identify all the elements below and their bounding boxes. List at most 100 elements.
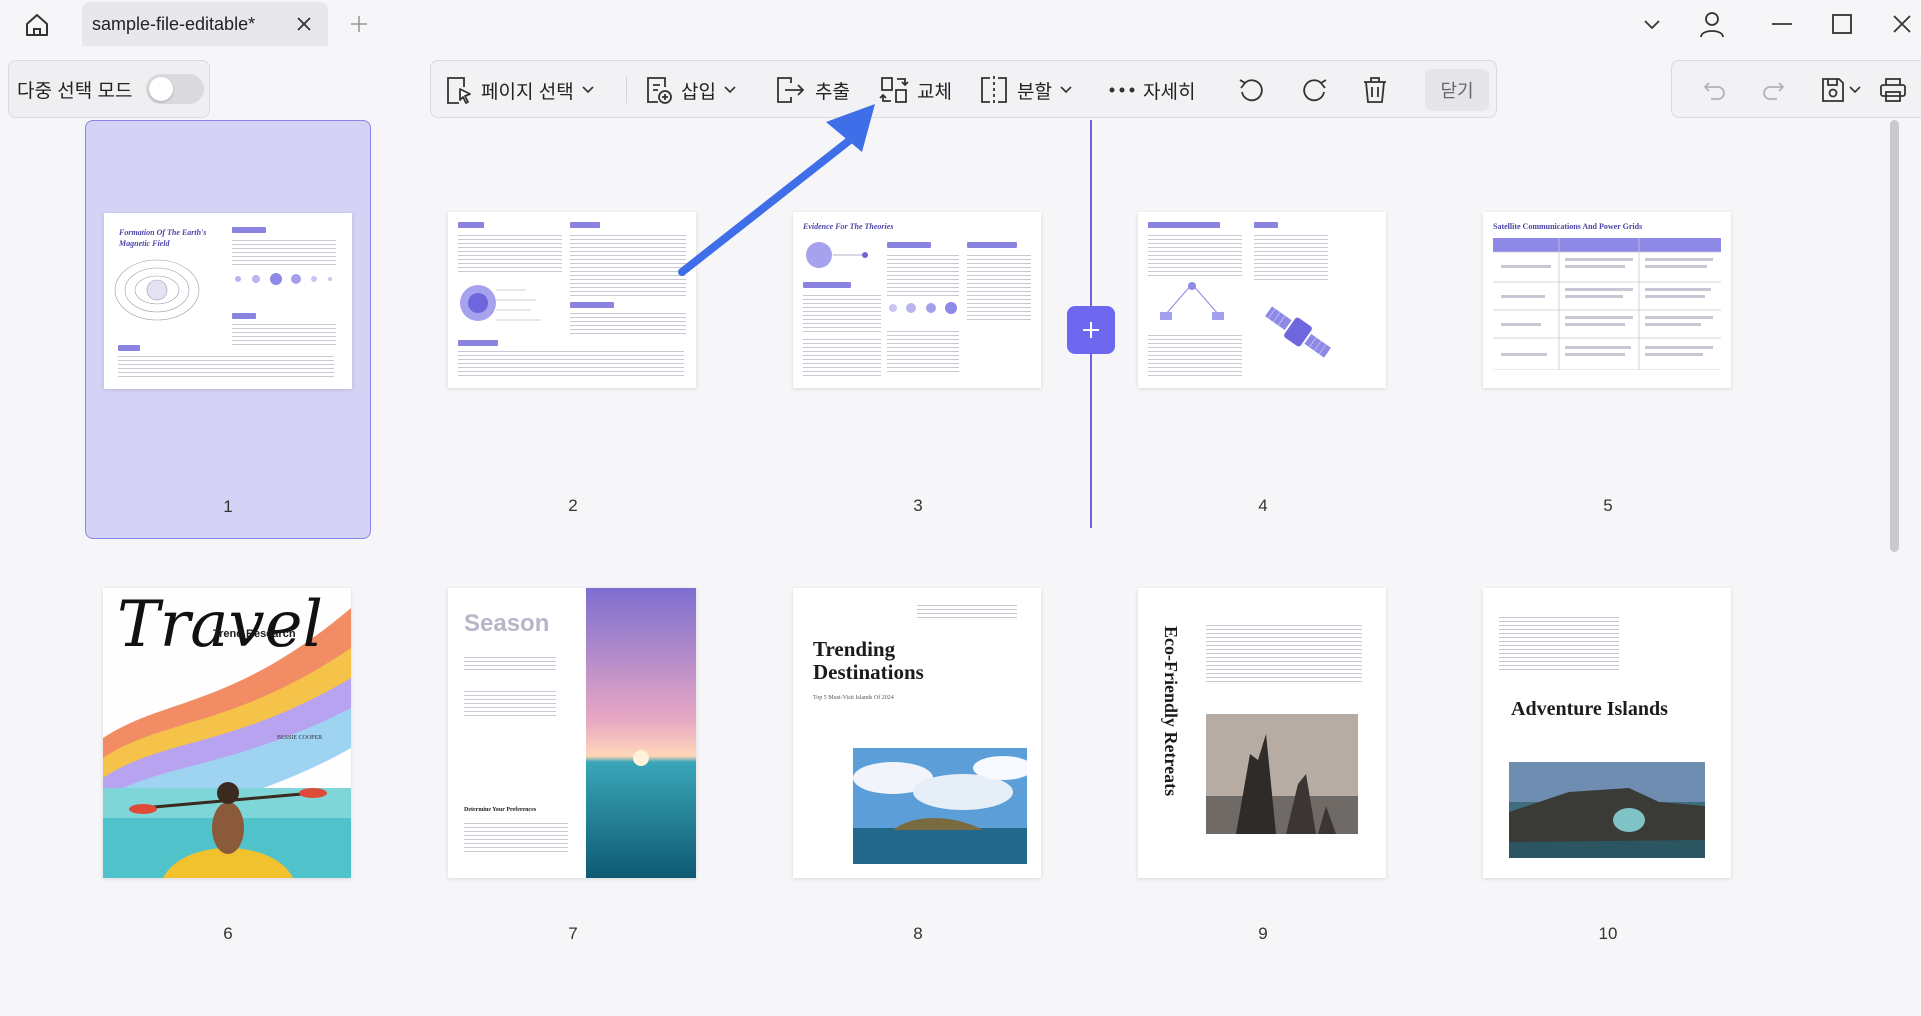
chevron-down-icon bbox=[1060, 86, 1072, 94]
text-block bbox=[118, 353, 334, 379]
redo-button[interactable] bbox=[1756, 73, 1790, 107]
section-tag bbox=[1148, 222, 1220, 228]
undo-icon bbox=[1703, 82, 1725, 100]
page-number: 2 bbox=[568, 496, 578, 515]
insert-page-icon bbox=[647, 77, 672, 104]
text-block bbox=[803, 336, 881, 378]
close-icon bbox=[1893, 15, 1911, 33]
insert-page-here-button[interactable] bbox=[1067, 306, 1115, 354]
page-number: 5 bbox=[1603, 496, 1613, 515]
text-block bbox=[1148, 332, 1242, 378]
vertical-scrollbar[interactable] bbox=[1890, 120, 1899, 552]
home-button[interactable] bbox=[20, 8, 54, 42]
home-icon bbox=[26, 14, 48, 36]
more-button[interactable]: 자세히 bbox=[1109, 71, 1195, 109]
tab-close-button[interactable] bbox=[290, 10, 318, 38]
replace-label: 교체 bbox=[917, 81, 952, 103]
insert-button[interactable]: 삽입 bbox=[645, 71, 736, 109]
planet-sequence-illustration bbox=[889, 302, 957, 314]
satellite-illustration bbox=[1265, 306, 1331, 358]
right-toolbar bbox=[1671, 60, 1921, 118]
print-icon bbox=[1880, 78, 1906, 102]
magnetic-field-illustration bbox=[114, 259, 200, 321]
section-tag bbox=[887, 242, 931, 248]
document-tab[interactable]: sample-file-editable* bbox=[82, 2, 328, 46]
text-block bbox=[232, 237, 336, 265]
new-tab-button[interactable] bbox=[344, 9, 374, 39]
more-dots-icon bbox=[1109, 87, 1135, 93]
section-tag bbox=[803, 282, 851, 288]
maximize-icon bbox=[1832, 14, 1852, 34]
section-tag bbox=[967, 242, 1017, 248]
user-icon bbox=[1700, 12, 1724, 38]
split-page-icon bbox=[981, 76, 1007, 104]
section-tag bbox=[232, 313, 256, 319]
page-card-6[interactable]: Travel Trend Research BESSIE COOPER 6 bbox=[85, 588, 371, 1007]
extract-label: 추출 bbox=[815, 81, 850, 103]
undo-button[interactable] bbox=[1698, 73, 1732, 107]
thumbnail-heading: Trending Destinations bbox=[813, 637, 924, 684]
page-select-button[interactable]: 페이지 선택 bbox=[445, 71, 594, 109]
page-thumbnail: Season Determine Your Preferences bbox=[448, 588, 696, 878]
page-thumbnail: Satellite Communications And Power Grids bbox=[1483, 212, 1731, 388]
section-tag bbox=[570, 222, 600, 228]
page-card-9[interactable]: Eco-Friendly Retreats 9 bbox=[1120, 588, 1406, 1007]
close-page-mode-button[interactable]: 닫기 bbox=[1425, 69, 1489, 111]
page-number: 4 bbox=[1258, 496, 1268, 515]
section-tag bbox=[458, 222, 484, 228]
close-icon bbox=[297, 17, 311, 31]
page-thumbnail: Trending Destinations Top 5 Must-Visit I… bbox=[793, 588, 1041, 878]
section-tag bbox=[118, 345, 140, 351]
thumbnail-heading: Formation Of The Earth's Magnetic Field bbox=[119, 228, 207, 248]
page-thumbnail bbox=[448, 212, 696, 388]
text-block bbox=[1148, 232, 1242, 278]
extract-page-icon bbox=[777, 77, 805, 103]
delete-button[interactable] bbox=[1361, 71, 1389, 109]
chevron-down-icon bbox=[582, 86, 594, 94]
page-card-2[interactable]: 2 bbox=[430, 120, 716, 539]
text-block bbox=[1254, 232, 1328, 282]
page-card-1[interactable]: Formation Of The Earth's Magnetic Field … bbox=[85, 120, 371, 539]
page-card-8[interactable]: Trending Destinations Top 5 Must-Visit I… bbox=[775, 588, 1061, 1007]
split-label: 분할 bbox=[1017, 81, 1052, 103]
save-icon bbox=[1822, 78, 1844, 102]
dropdown-button[interactable] bbox=[1632, 6, 1672, 42]
page-card-10[interactable]: Adventure Islands 10 bbox=[1465, 588, 1751, 1007]
account-button[interactable] bbox=[1692, 6, 1732, 42]
split-button[interactable]: 분할 bbox=[979, 71, 1072, 109]
plus-icon bbox=[351, 16, 367, 32]
text-block bbox=[887, 328, 959, 372]
rotate-left-button[interactable] bbox=[1237, 71, 1267, 109]
text-block bbox=[1499, 614, 1619, 670]
rotate-right-button[interactable] bbox=[1299, 71, 1329, 109]
save-button[interactable] bbox=[1816, 73, 1850, 107]
rock-arch-photo bbox=[1509, 762, 1705, 858]
replace-page-icon bbox=[879, 77, 909, 103]
minimize-button[interactable] bbox=[1762, 6, 1802, 42]
page-card-4[interactable]: 4 bbox=[1120, 120, 1406, 539]
text-block bbox=[570, 310, 686, 334]
toolbar-divider bbox=[626, 77, 627, 103]
maximize-button[interactable] bbox=[1822, 6, 1862, 42]
satellite-diagram-illustration bbox=[1160, 282, 1224, 320]
save-options-button[interactable] bbox=[1846, 73, 1864, 107]
thumbnail-subheading: Trend Research bbox=[213, 628, 296, 640]
text-block bbox=[464, 688, 556, 716]
window-close-button[interactable] bbox=[1882, 6, 1921, 42]
page-grid: Formation Of The Earth's Magnetic Field … bbox=[0, 120, 1880, 1016]
multi-select-toggle[interactable] bbox=[146, 74, 205, 104]
thumbnail-author: BESSIE COOPER bbox=[277, 735, 323, 741]
page-card-3[interactable]: Evidence For The Theories 3 bbox=[775, 120, 1061, 539]
title-bar: sample-file-editable* bbox=[0, 0, 1921, 50]
print-button[interactable] bbox=[1876, 73, 1910, 107]
multi-select-mode: 다중 선택 모드 bbox=[8, 60, 210, 118]
page-card-7[interactable]: Season Determine Your Preferences 7 bbox=[430, 588, 716, 1007]
page-thumbnail: Eco-Friendly Retreats bbox=[1138, 588, 1386, 878]
rotate-left-icon bbox=[1239, 79, 1263, 102]
section-tag bbox=[232, 227, 266, 233]
page-card-5[interactable]: Satellite Communications And Power Grids… bbox=[1465, 120, 1751, 539]
replace-button[interactable]: 교체 bbox=[879, 71, 952, 109]
extract-button[interactable]: 추출 bbox=[775, 71, 850, 109]
page-thumbnail bbox=[1138, 212, 1386, 388]
sun-earth-illustration bbox=[806, 242, 868, 268]
